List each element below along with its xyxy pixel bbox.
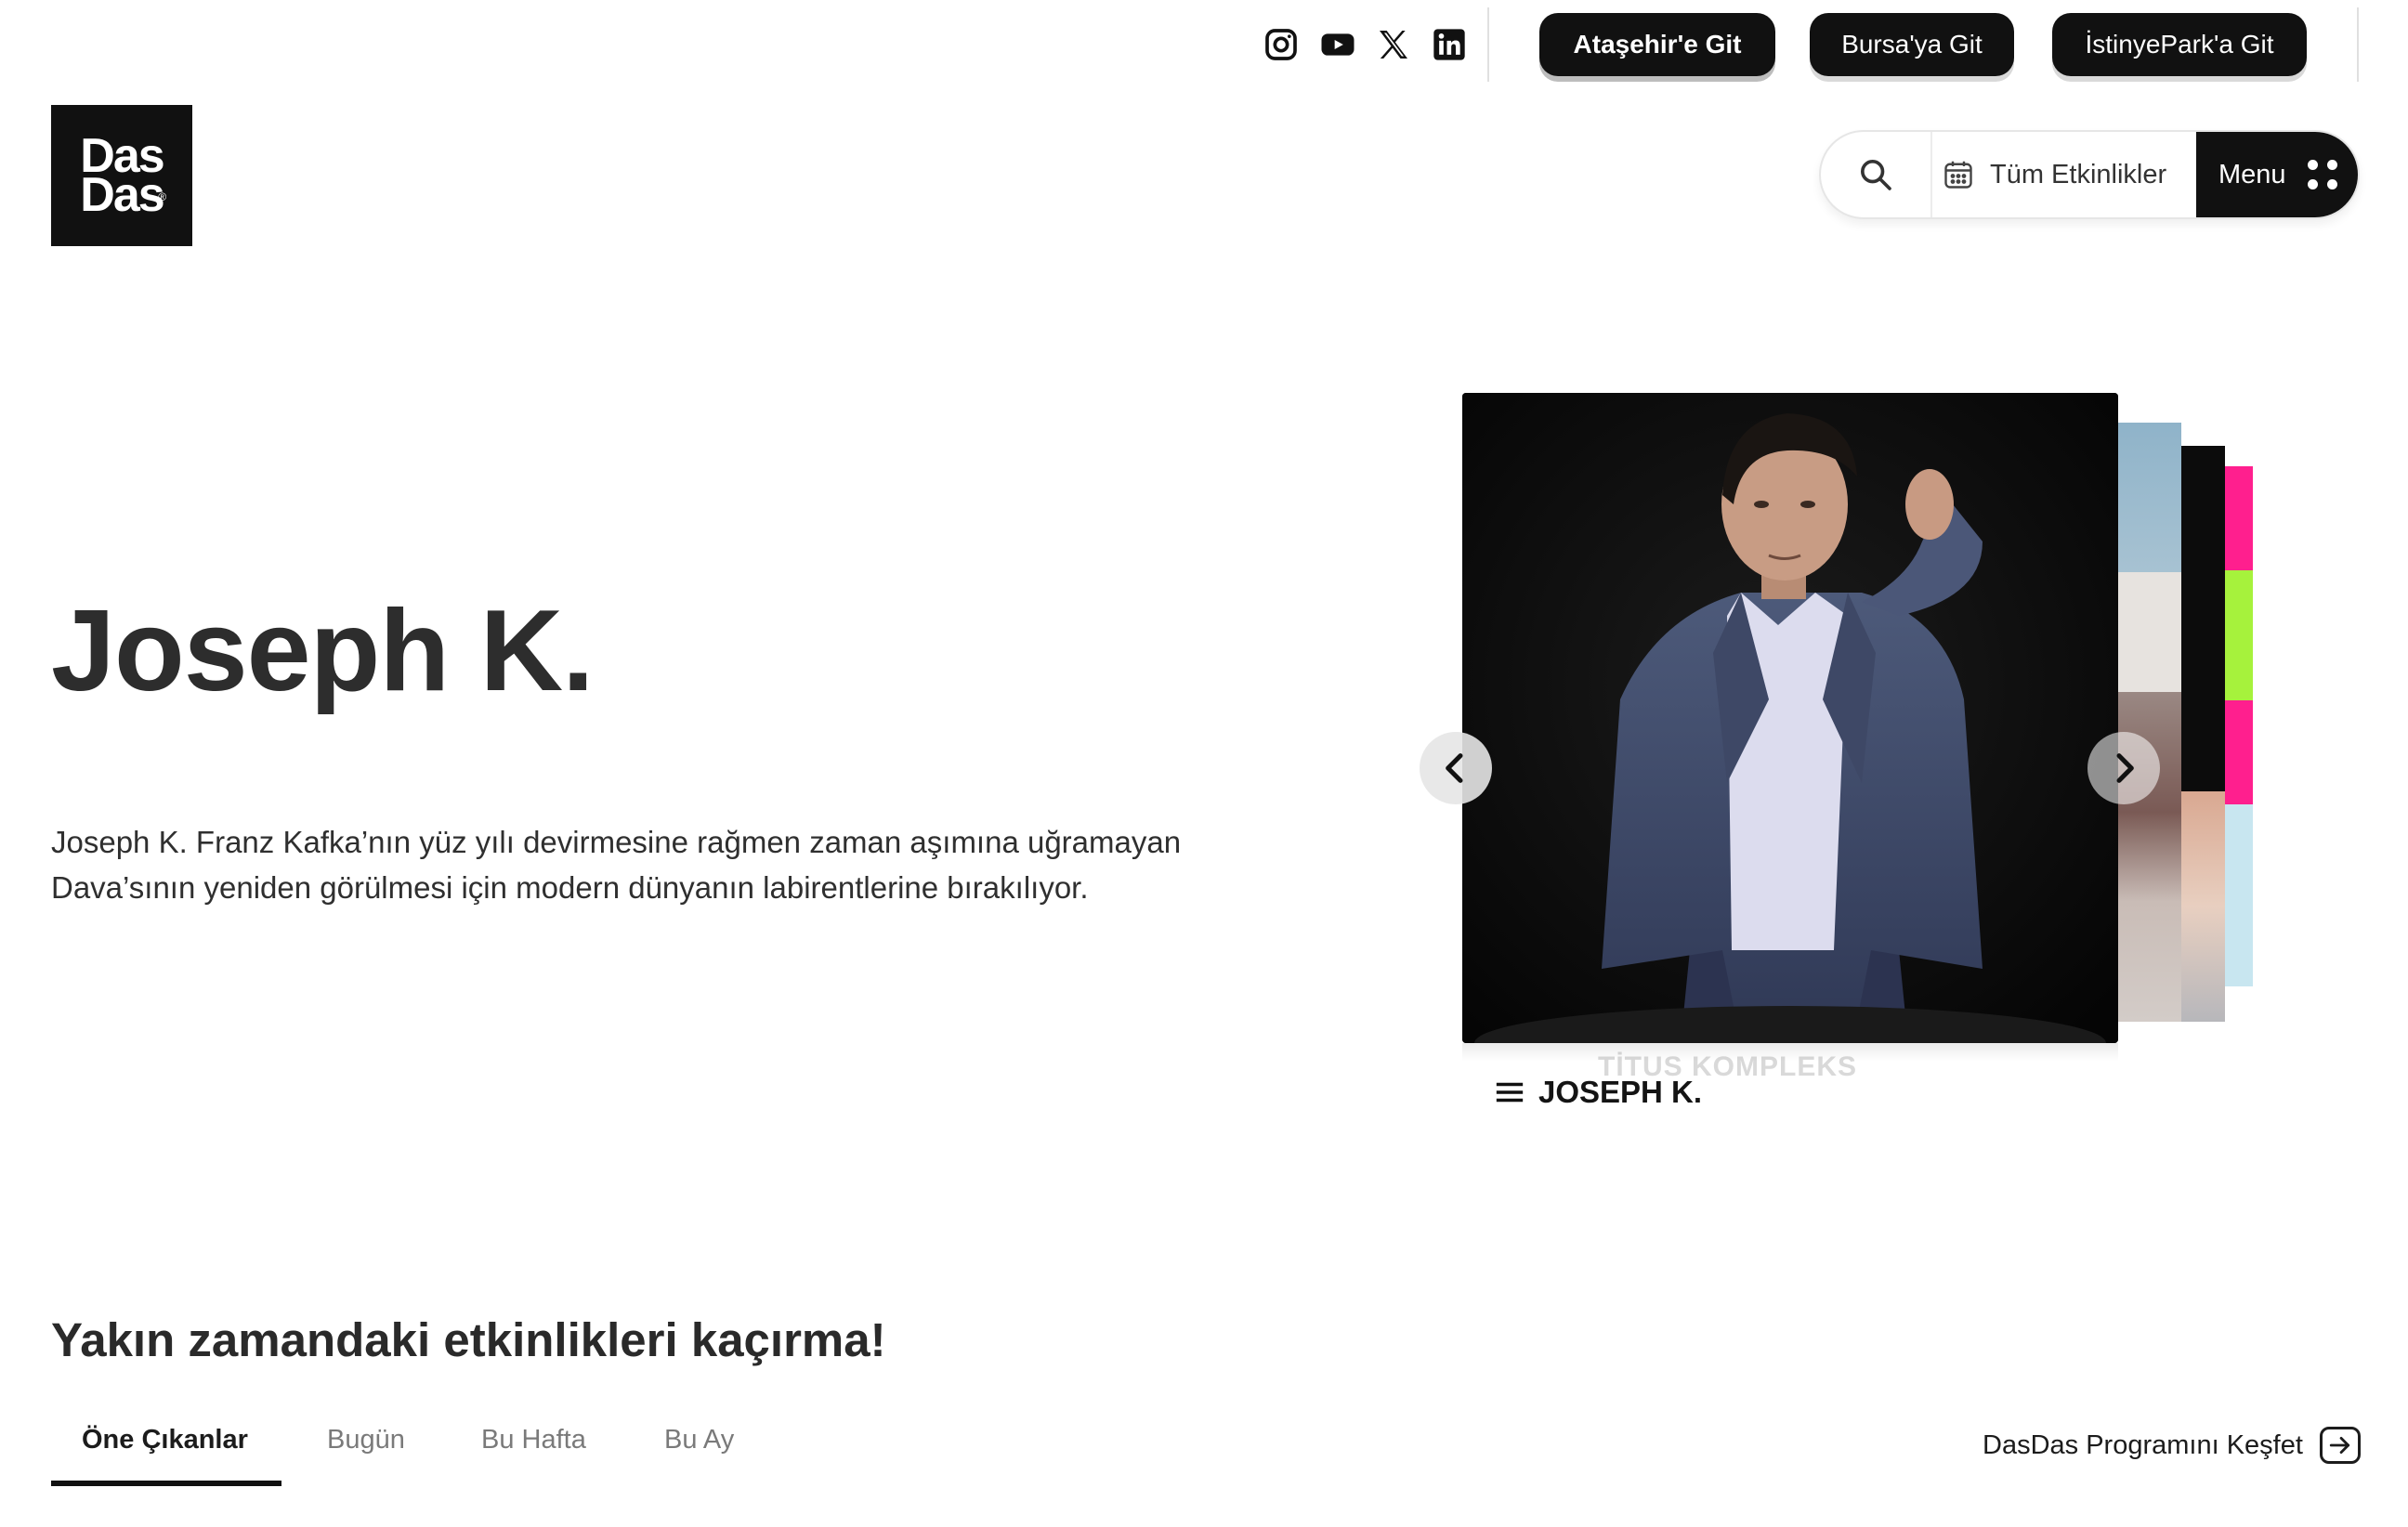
active-tab-indicator <box>51 1481 281 1486</box>
chevron-right-icon <box>2116 753 2134 783</box>
menu-button[interactable]: Menu <box>2196 132 2358 217</box>
hero-description: Joseph K. Franz Kafka’nın yüz yılı devir… <box>51 825 1182 905</box>
chevron-left-icon <box>1446 753 1463 783</box>
all-events-label: Tüm Etkinlikler <box>1990 159 2167 189</box>
divider <box>1487 7 1489 82</box>
hero-title: Joseph K. <box>51 587 595 715</box>
tab-this-week[interactable]: Bu Hafta <box>481 1416 586 1486</box>
instagram-icon[interactable] <box>1261 24 1302 65</box>
explore-program-link[interactable]: DasDas Programını Keşfet <box>1983 1427 2361 1464</box>
menu-dots-icon <box>2308 160 2337 189</box>
upcoming-section-title: Yakın zamandaki etkinlikleri kaçırma! <box>51 1313 886 1366</box>
performer-photo <box>1462 393 2118 1043</box>
all-events-link[interactable]: Tüm Etkinlikler <box>1942 132 2166 217</box>
carousel-caption[interactable]: JOSEPH K. <box>1494 1075 1702 1110</box>
logo-line-2: Das <box>80 168 164 222</box>
carousel-stacked-card[interactable] <box>2116 423 2181 1022</box>
divider <box>2357 7 2359 82</box>
carousel-caption-label: JOSEPH K. <box>1538 1075 1703 1109</box>
carousel-stacked-card[interactable] <box>2225 466 2253 986</box>
pill-divider <box>1930 132 1932 217</box>
search-icon <box>1861 160 1891 190</box>
tab-featured[interactable]: Öne Çıkanlar <box>82 1416 248 1486</box>
top-bar: Ataşehir'e Git Bursa'ya Git İstinyePark'… <box>0 0 2408 93</box>
location-button-bursa[interactable]: Bursa'ya Git <box>1810 13 2014 76</box>
search-button[interactable] <box>1821 132 1930 217</box>
card-shadow <box>1462 1043 2118 1062</box>
upcoming-tabs: Öne Çıkanlar Bugün Bu Hafta Bu Ay <box>51 1416 887 1490</box>
carousel-prev-button[interactable] <box>1420 732 1492 804</box>
carousel-next-button[interactable] <box>2087 732 2160 804</box>
tab-this-month[interactable]: Bu Ay <box>664 1416 734 1486</box>
arrow-right-icon <box>2319 1427 2361 1464</box>
carousel-current-card[interactable] <box>1462 393 2118 1043</box>
dasdas-logo[interactable]: Das Das ® <box>51 105 192 246</box>
location-button-istinyepark[interactable]: İstinyePark'a Git <box>2052 13 2307 76</box>
nav-pill: Tüm Etkinlikler Menu <box>1819 130 2360 219</box>
linkedin-icon[interactable] <box>1429 24 1470 65</box>
menu-label: Menu <box>2218 159 2286 189</box>
calendar-icon <box>1944 161 1972 189</box>
youtube-icon[interactable] <box>1317 24 1358 65</box>
explore-program-label: DasDas Programını Keşfet <box>1983 1429 2303 1460</box>
carousel-stacked-card[interactable] <box>2179 446 2225 1022</box>
logo-registered-mark: ® <box>158 190 166 203</box>
tab-today[interactable]: Bugün <box>327 1416 405 1486</box>
location-button-atasehir[interactable]: Ataşehir'e Git <box>1539 13 1775 76</box>
list-icon <box>1496 1082 1524 1103</box>
x-icon[interactable] <box>1373 24 1414 65</box>
